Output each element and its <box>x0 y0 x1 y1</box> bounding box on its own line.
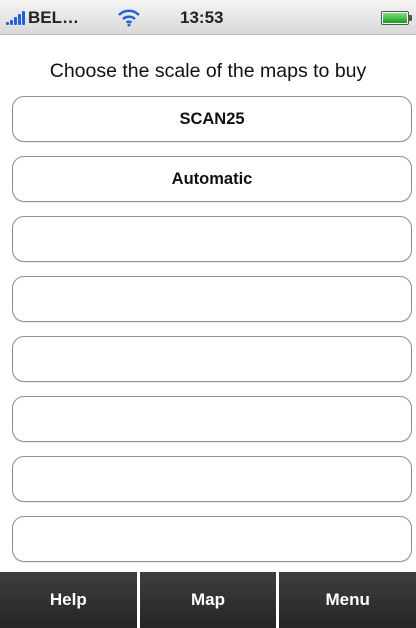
scale-option-button[interactable]: SCAN25 <box>12 96 412 142</box>
bottom-tab-bar: Help Map Menu <box>0 572 416 628</box>
scale-option-button[interactable] <box>12 336 412 382</box>
scale-option-list: SCAN25 Automatic <box>12 96 412 576</box>
menu-tab-button[interactable]: Menu <box>279 572 416 628</box>
wifi-icon <box>118 9 140 27</box>
help-tab-button[interactable]: Help <box>0 572 137 628</box>
scale-option-button[interactable] <box>12 396 412 442</box>
scale-option-button[interactable] <box>12 216 412 262</box>
page-title: Choose the scale of the maps to buy <box>49 60 367 82</box>
status-time: 13:53 <box>180 8 224 27</box>
status-bar: BEL… 13:53 <box>0 0 416 35</box>
map-tab-button[interactable]: Map <box>139 572 277 628</box>
scale-option-button[interactable] <box>12 456 412 502</box>
scale-option-button[interactable] <box>12 516 412 562</box>
scale-option-button[interactable]: Automatic <box>12 156 412 202</box>
battery-icon <box>381 11 412 25</box>
carrier-name: BEL… <box>28 8 79 27</box>
scale-option-button[interactable] <box>12 276 412 322</box>
